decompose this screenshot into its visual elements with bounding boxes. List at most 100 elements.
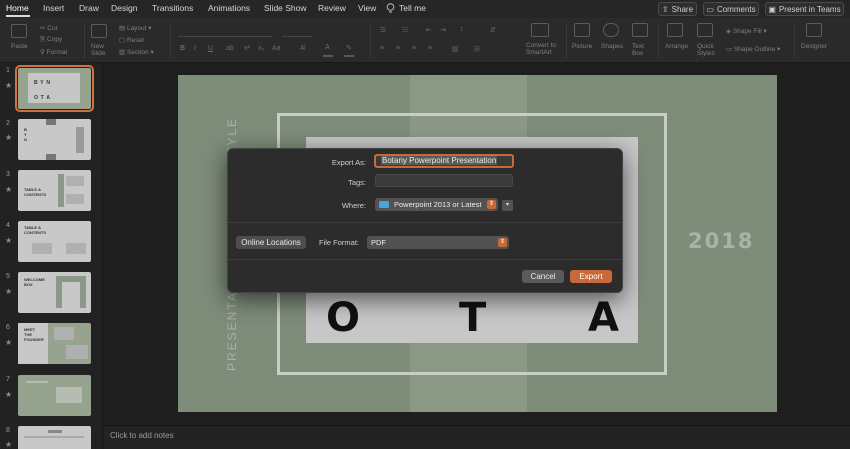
present-label: Present in Teams bbox=[778, 4, 841, 14]
clear-formatting-icon[interactable]: A̸ bbox=[300, 45, 309, 54]
text-direction-icon[interactable]: ⇵ bbox=[490, 26, 499, 35]
shape-fill-button[interactable]: ◈ Shape Fill ▾ bbox=[726, 27, 767, 35]
ribbon-divider bbox=[658, 24, 659, 58]
slide-vertical-text[interactable]: PRESENTA bbox=[225, 291, 239, 371]
tab-review[interactable]: Review bbox=[318, 3, 346, 13]
ribbon-divider bbox=[84, 24, 85, 58]
arrange-icon[interactable] bbox=[667, 23, 683, 37]
font-size-combo[interactable] bbox=[282, 26, 312, 37]
tags-field[interactable] bbox=[375, 174, 513, 187]
slide-number: 2 bbox=[6, 120, 10, 127]
slide-thumbnail-rail[interactable]: 1 ★ B Y N O T A 2 ★ B Y N 3 ★ TABLE & CO… bbox=[0, 63, 103, 449]
comment-icon: ▭ bbox=[706, 4, 714, 14]
designer-icon[interactable] bbox=[806, 23, 822, 37]
chevron-updown-icon: ⇕ bbox=[487, 200, 496, 209]
shapes-label[interactable]: Shapes bbox=[601, 43, 623, 50]
picture-label[interactable]: Picture bbox=[572, 43, 592, 50]
cut-button[interactable]: ✂ Cut bbox=[40, 24, 57, 32]
where-select[interactable]: Powerpoint 2013 or Latest ⇕ bbox=[375, 198, 498, 211]
font-color-icon[interactable]: A bbox=[325, 44, 334, 53]
ribbon-divider bbox=[170, 24, 171, 58]
slide-year-text[interactable]: 2018 bbox=[688, 229, 754, 253]
tab-draw[interactable]: Draw bbox=[79, 3, 99, 13]
text-box-icon[interactable] bbox=[632, 23, 648, 37]
share-button[interactable]: ⇪ Share bbox=[658, 2, 697, 16]
comments-button[interactable]: ▭ Comments bbox=[703, 2, 759, 16]
align-center-icon[interactable]: ≡ bbox=[396, 45, 405, 54]
slide-thumbnail-1[interactable]: B Y N O T A bbox=[15, 65, 94, 112]
subscript-icon[interactable]: x₂ bbox=[258, 45, 267, 54]
slide-thumbnail-4[interactable]: TABLE & CONTENTS bbox=[18, 221, 91, 262]
tab-view[interactable]: View bbox=[358, 3, 376, 13]
superscript-icon[interactable]: x² bbox=[244, 45, 253, 54]
align-right-icon[interactable]: ≡ bbox=[412, 45, 421, 54]
arrange-label[interactable]: Arrange bbox=[665, 43, 688, 50]
comments-label: Comments bbox=[716, 4, 756, 14]
quick-styles-label[interactable]: Quick Styles bbox=[697, 43, 717, 57]
where-label: Where: bbox=[341, 201, 366, 210]
justify-icon[interactable]: ≡ bbox=[428, 45, 437, 54]
picture-icon[interactable] bbox=[574, 23, 590, 37]
bullets-icon[interactable]: ☰ bbox=[380, 26, 389, 35]
new-slide-label[interactable]: New Slide bbox=[91, 43, 111, 57]
slide-letter-a[interactable]: A bbox=[588, 295, 619, 341]
export-as-field[interactable]: Botany Powerpoint Presentation bbox=[374, 154, 514, 168]
slide-thumbnail-2[interactable]: B Y N bbox=[18, 119, 91, 160]
convert-smartart-label[interactable]: Convert to SmartArt bbox=[526, 42, 558, 56]
copy-button[interactable]: ⎘ Copy bbox=[40, 36, 62, 44]
thumb-line bbox=[26, 381, 48, 383]
font-name-combo[interactable] bbox=[178, 26, 272, 37]
reset-label: Reset bbox=[126, 37, 144, 44]
text-box-label[interactable]: Text Box bbox=[632, 43, 646, 57]
slide-thumbnail-7[interactable] bbox=[18, 375, 91, 416]
increase-indent-icon[interactable]: ⇥ bbox=[440, 26, 449, 35]
slide-thumbnail-8[interactable] bbox=[18, 426, 91, 449]
online-locations-button[interactable]: Online Locations bbox=[236, 236, 306, 249]
decrease-indent-icon[interactable]: ⇤ bbox=[426, 26, 435, 35]
highlight-icon[interactable]: ✎ bbox=[346, 44, 355, 53]
slide-letter-o[interactable]: O bbox=[326, 295, 360, 341]
shape-outline-button[interactable]: ▭ Shape Outline ▾ bbox=[726, 45, 780, 53]
line-spacing-icon[interactable]: ↕ bbox=[460, 26, 469, 35]
shapes-icon[interactable] bbox=[603, 23, 619, 37]
tab-insert[interactable]: Insert bbox=[43, 3, 64, 13]
thumb-title-text: MEET THE FOUNDER bbox=[24, 327, 44, 342]
expand-browser-button[interactable]: ▾ bbox=[502, 200, 513, 211]
tab-animations[interactable]: Animations bbox=[208, 3, 250, 13]
slide-thumbnail-3[interactable]: TABLE & CONTENTS bbox=[18, 170, 91, 211]
paste-label[interactable]: Paste bbox=[11, 43, 28, 50]
lightbulb-icon bbox=[386, 3, 395, 13]
tell-me-search[interactable]: Tell me bbox=[399, 3, 426, 13]
change-case-icon[interactable]: Aa bbox=[272, 45, 281, 54]
numbering-icon[interactable]: ☷ bbox=[402, 26, 411, 35]
align-text-icon[interactable]: ⊟ bbox=[474, 45, 483, 54]
underline-icon[interactable]: U bbox=[208, 45, 217, 54]
reset-button[interactable]: ▢ Reset bbox=[119, 36, 144, 44]
slide-letter-t[interactable]: T bbox=[459, 295, 486, 341]
tab-home[interactable]: Home bbox=[6, 3, 29, 13]
align-left-icon[interactable]: ≡ bbox=[380, 45, 389, 54]
slide-thumbnail-5[interactable]: WELCOME BOX bbox=[18, 272, 91, 313]
thumb-line bbox=[48, 430, 62, 433]
designer-label[interactable]: Designer bbox=[801, 43, 827, 50]
tab-transitions[interactable]: Transitions bbox=[152, 3, 193, 13]
tab-slide-show[interactable]: Slide Show bbox=[264, 3, 307, 13]
new-slide-icon[interactable] bbox=[91, 24, 107, 38]
italic-icon[interactable]: I bbox=[194, 45, 203, 54]
smartart-icon[interactable] bbox=[531, 23, 549, 37]
file-format-select[interactable]: PDF ⇕ bbox=[367, 236, 509, 249]
layout-button[interactable]: ▤ Layout ▾ bbox=[119, 24, 152, 32]
present-in-teams-button[interactable]: ▣ Present in Teams bbox=[765, 2, 844, 16]
export-button[interactable]: Export bbox=[570, 270, 612, 283]
format-painter-button[interactable]: ⚲ Format bbox=[40, 48, 67, 56]
strikethrough-icon[interactable]: ab bbox=[226, 45, 235, 54]
section-button[interactable]: ▥ Section ▾ bbox=[119, 48, 154, 56]
quick-styles-icon[interactable] bbox=[697, 23, 713, 37]
notes-pane[interactable]: Click to add notes bbox=[104, 425, 850, 449]
cancel-button[interactable]: Cancel bbox=[522, 270, 564, 283]
slide-thumbnail-6[interactable]: MEET THE FOUNDER bbox=[18, 323, 91, 364]
columns-icon[interactable]: ▥ bbox=[452, 45, 461, 54]
tab-design[interactable]: Design bbox=[111, 3, 137, 13]
bold-icon[interactable]: B bbox=[180, 45, 189, 54]
paste-icon[interactable] bbox=[11, 24, 27, 38]
